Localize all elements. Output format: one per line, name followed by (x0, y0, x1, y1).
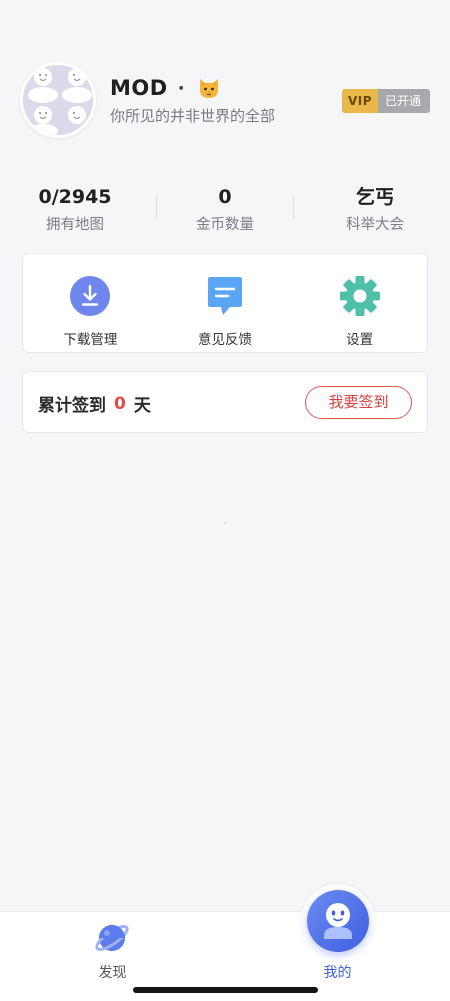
vip-tag: VIP (341, 89, 378, 113)
stat-divider (156, 195, 157, 219)
stat-divider (293, 195, 294, 219)
nav-mine-label: 我的 (323, 965, 352, 981)
stat-maps-label: 拥有地图 (46, 217, 104, 233)
name-separator: · (177, 77, 185, 99)
stat-coins-value: 0 (218, 186, 232, 208)
planet-icon (95, 925, 129, 951)
profile-page: MOD · 你所见的并非世界的全部 VIP 已开通 0/2945 拥有地图 0 … (0, 0, 450, 1001)
avatar-image (23, 65, 93, 135)
profile-bio: 你所见的并非世界的全部 (110, 107, 276, 125)
mine-fab[interactable] (301, 884, 375, 958)
checkin-suffix: 天 (133, 396, 151, 416)
profile-header: MOD · 你所见的并非世界的全部 VIP 已开通 (20, 62, 430, 138)
username: MOD (110, 76, 168, 100)
user-face-icon (324, 903, 352, 939)
gear-icon (339, 276, 380, 316)
stat-maps[interactable]: 0/2945 拥有地图 (0, 185, 150, 235)
stats-row: 0/2945 拥有地图 0 金币数量 乞丐 科举大会 (0, 185, 450, 235)
placeholder-dot (224, 522, 226, 524)
tool-feedback-label: 意见反馈 (198, 332, 252, 348)
stat-rank-value: 乞丐 (355, 186, 394, 208)
stat-rank-label: 科举大会 (346, 217, 404, 233)
checkin-summary: 累计签到 0 天 (38, 391, 151, 417)
tool-feedback[interactable]: 意见反馈 (158, 254, 293, 352)
tool-download-manager[interactable]: 下载管理 (23, 254, 158, 352)
checkin-prefix: 累计签到 (38, 396, 106, 416)
tool-download-label: 下载管理 (63, 332, 118, 348)
download-icon (70, 276, 111, 316)
name-row: MOD · (110, 74, 221, 102)
stat-coins-label: 金币数量 (196, 217, 254, 233)
stat-maps-value: 0/2945 (38, 186, 112, 208)
feedback-icon (208, 277, 242, 315)
tool-settings-label: 设置 (346, 332, 374, 348)
home-indicator (133, 987, 318, 993)
cat-emoji-icon (199, 79, 218, 98)
tool-settings[interactable]: 设置 (292, 254, 427, 352)
nav-discover-label: 发现 (98, 965, 127, 981)
mine-fab-circle (307, 890, 369, 952)
tools-card: 下载管理 意见反馈 设置 (22, 253, 428, 353)
stat-coins[interactable]: 0 金币数量 (150, 185, 300, 235)
avatar[interactable] (20, 62, 96, 138)
vip-badge[interactable]: VIP 已开通 (341, 89, 430, 113)
vip-status: 已开通 (377, 89, 430, 113)
checkin-button[interactable]: 我要签到 (305, 386, 412, 419)
stat-rank[interactable]: 乞丐 科举大会 (300, 185, 450, 235)
checkin-days-count: 0 (114, 393, 126, 414)
checkin-card: 累计签到 0 天 我要签到 (22, 371, 428, 433)
